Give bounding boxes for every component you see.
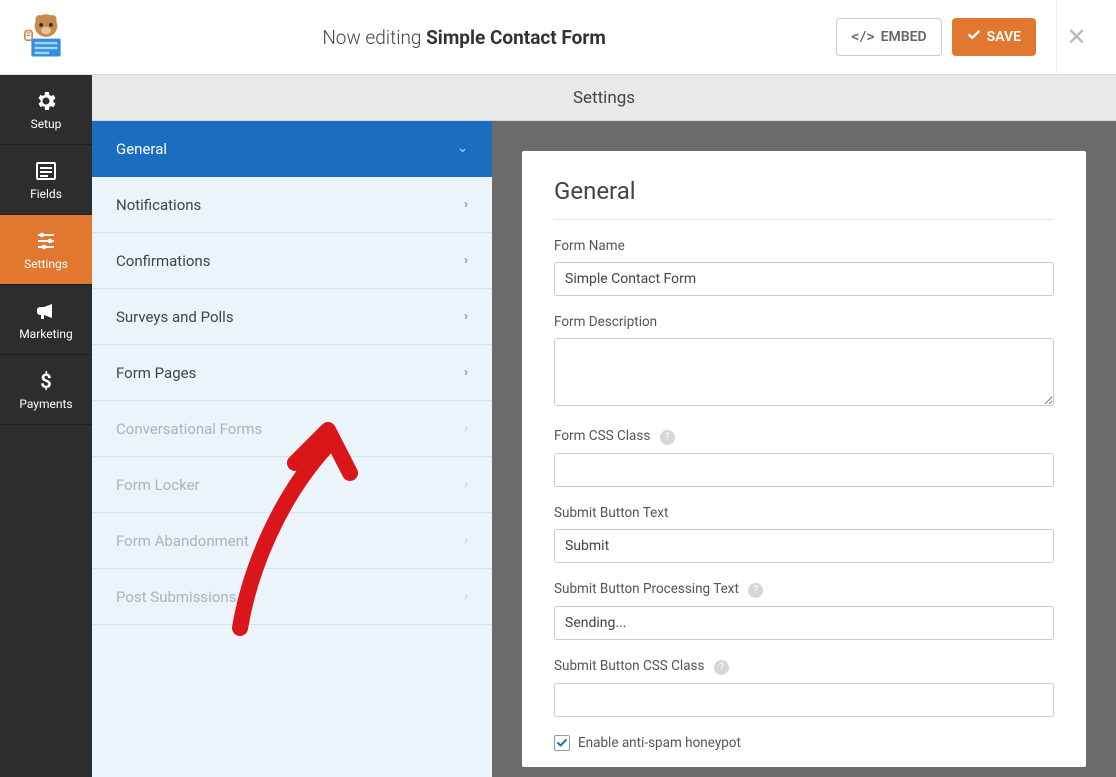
- honeypot-label: Enable anti-spam honeypot: [578, 735, 741, 751]
- sidelist-label: Form Pages: [116, 364, 196, 382]
- sidelist-form-abandonment[interactable]: Form Abandonment ›: [92, 513, 492, 569]
- save-button-label: SAVE: [987, 29, 1021, 45]
- sidelist-label: Form Locker: [116, 476, 200, 494]
- sidelist-post-submissions[interactable]: Post Submissions ›: [92, 569, 492, 625]
- general-settings-card: General Form Name Form Description: [522, 151, 1086, 767]
- chevron-right-icon: ›: [464, 533, 468, 548]
- app-logo: [0, 0, 92, 75]
- sidelist-label: Post Submissions: [116, 588, 236, 606]
- settings-header: Settings: [92, 75, 1116, 121]
- chevron-right-icon: ›: [464, 253, 468, 268]
- megaphone-icon: [34, 299, 58, 323]
- nav-settings-label: Settings: [24, 257, 68, 271]
- chevron-right-icon: ›: [464, 365, 468, 380]
- svg-text:$: $: [40, 369, 51, 393]
- nav-payments-label: Payments: [19, 397, 72, 411]
- form-description-label: Form Description: [554, 314, 1054, 330]
- close-icon: ✕: [1066, 23, 1086, 51]
- sliders-icon: [34, 229, 58, 253]
- chevron-right-icon: ›: [464, 589, 468, 604]
- form-css-class-input[interactable]: [554, 453, 1054, 487]
- sidelist-surveys[interactable]: Surveys and Polls ›: [92, 289, 492, 345]
- form-description-textarea[interactable]: [554, 338, 1054, 406]
- embed-button[interactable]: </> EMBED: [836, 18, 942, 56]
- nav-marketing-label: Marketing: [19, 327, 73, 341]
- submit-processing-input[interactable]: [554, 606, 1054, 640]
- chevron-right-icon: ›: [464, 197, 468, 212]
- left-nav: Setup Fields Settings Marketing $ Paymen…: [0, 75, 92, 777]
- sidelist-label: Confirmations: [116, 252, 210, 270]
- sidelist-confirmations[interactable]: Confirmations ›: [92, 233, 492, 289]
- embed-button-label: EMBED: [881, 29, 927, 45]
- sidelist-form-locker[interactable]: Form Locker ›: [92, 457, 492, 513]
- nav-setup[interactable]: Setup: [0, 75, 92, 145]
- submit-css-class-label: Submit Button CSS Class: [554, 658, 705, 674]
- submit-button-text-label: Submit Button Text: [554, 505, 1054, 521]
- now-editing-prefix: Now editing: [322, 26, 426, 49]
- chevron-right-icon: ›: [464, 477, 468, 492]
- nav-payments[interactable]: $ Payments: [0, 355, 92, 425]
- sidelist-label: Surveys and Polls: [116, 308, 234, 326]
- form-name-input[interactable]: [554, 262, 1054, 296]
- sidelist-label: Form Abandonment: [116, 532, 249, 550]
- save-button[interactable]: SAVE: [952, 18, 1036, 56]
- nav-fields-label: Fields: [30, 187, 62, 201]
- sidelist-form-pages[interactable]: Form Pages ›: [92, 345, 492, 401]
- now-editing-form-name: Simple Contact Form: [426, 26, 606, 49]
- form-name-label: Form Name: [554, 238, 1054, 254]
- nav-fields[interactable]: Fields: [0, 145, 92, 215]
- gear-icon: [34, 89, 58, 113]
- sidelist-general[interactable]: General ⌄: [92, 121, 492, 177]
- submit-button-text-input[interactable]: [554, 529, 1054, 563]
- chevron-down-icon: ⌄: [457, 141, 468, 156]
- form-css-class-label: Form CSS Class: [554, 428, 650, 444]
- sidelist-label: General: [116, 140, 167, 158]
- chevron-right-icon: ›: [464, 421, 468, 436]
- nav-marketing[interactable]: Marketing: [0, 285, 92, 355]
- now-editing-title: Now editing Simple Contact Form: [92, 26, 836, 49]
- chevron-right-icon: ›: [464, 309, 468, 324]
- panel-title: General: [554, 177, 1054, 205]
- help-icon[interactable]: ?: [714, 660, 729, 675]
- help-icon[interactable]: ?: [660, 430, 675, 445]
- check-icon: [967, 28, 981, 46]
- list-icon: [34, 159, 58, 183]
- sidelist-conversational-forms[interactable]: Conversational Forms ›: [92, 401, 492, 457]
- submit-css-class-input[interactable]: [554, 683, 1054, 717]
- settings-sidelist: General ⌄ Notifications › Confirmations …: [92, 121, 492, 777]
- help-icon[interactable]: ?: [748, 583, 763, 598]
- sidelist-notifications[interactable]: Notifications ›: [92, 177, 492, 233]
- nav-setup-label: Setup: [31, 117, 62, 131]
- dollar-icon: $: [34, 369, 58, 393]
- settings-header-label: Settings: [573, 88, 635, 108]
- code-icon: </>: [851, 30, 874, 45]
- nav-settings[interactable]: Settings: [0, 215, 92, 285]
- sidelist-label: Notifications: [116, 196, 201, 214]
- close-button[interactable]: ✕: [1056, 0, 1096, 75]
- honeypot-checkbox[interactable]: [554, 735, 570, 751]
- submit-processing-label: Submit Button Processing Text: [554, 581, 739, 597]
- sidelist-label: Conversational Forms: [116, 420, 262, 438]
